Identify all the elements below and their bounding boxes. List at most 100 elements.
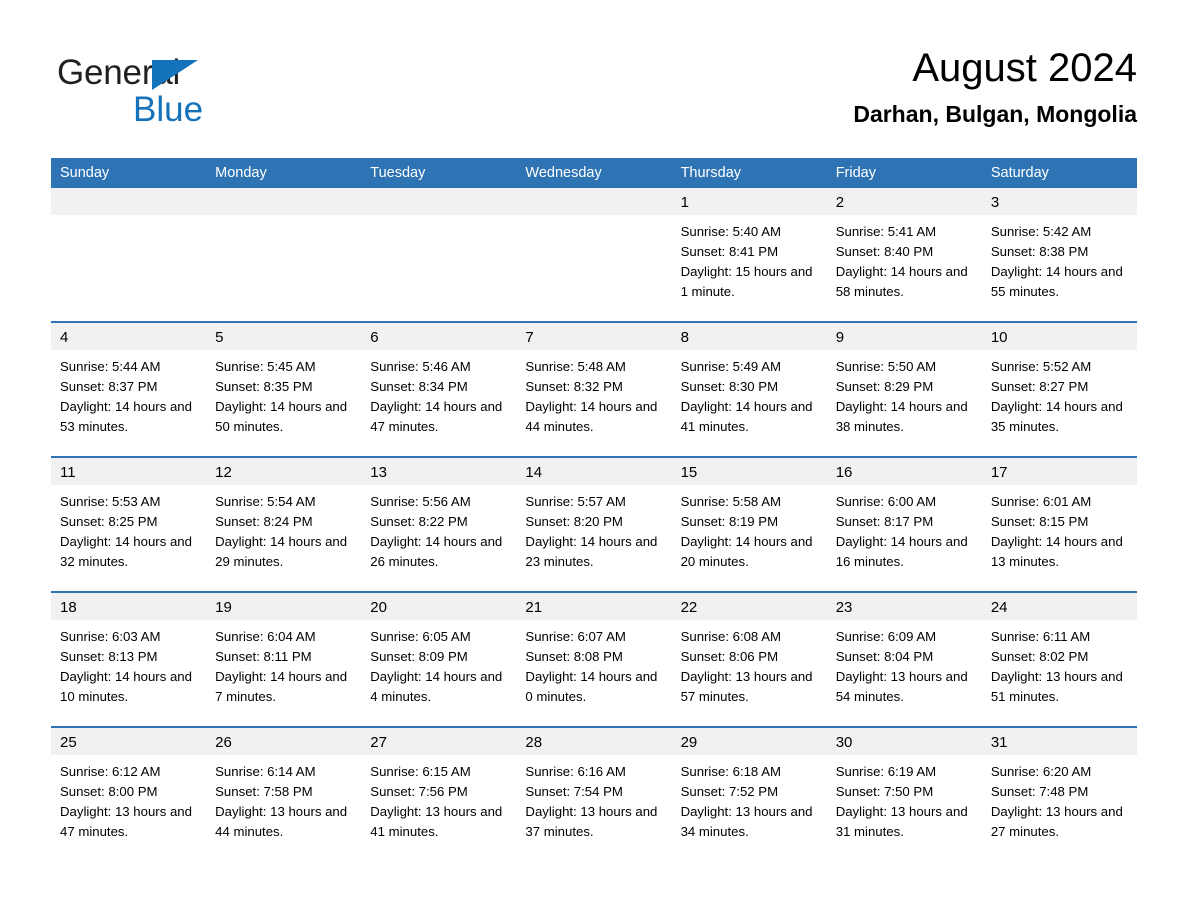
day-cell-body: Sunrise: 5:41 AM Sunset: 8:40 PM Daylight:… <box>827 215 982 302</box>
day-cell-body <box>516 215 671 222</box>
calendar-day-cell[interactable]: 23 Sunrise: 6:09 AM Sunset: 8:04 PM Dayligh… <box>826 591 982 727</box>
daylight-text: Daylight: 14 hours and 47 minutes. <box>370 399 503 434</box>
day-cell-body: Sunrise: 6:05 AM Sunset: 8:09 PM Daylight:… <box>361 620 516 707</box>
daylight-text: Daylight: 13 hours and 44 minutes. <box>215 804 348 839</box>
sunrise-text: Sunrise: 6:16 AM <box>525 764 626 779</box>
calendar-day-cell[interactable]: 7 Sunrise: 5:48 AM Sunset: 8:32 PM Daylight… <box>516 321 672 457</box>
day-number: 31 <box>981 728 1137 755</box>
daylight-text: Daylight: 14 hours and 29 minutes. <box>215 534 348 569</box>
calendar-day-cell[interactable]: 29 Sunrise: 6:18 AM Sunset: 7:52 PM Dayligh… <box>671 726 827 861</box>
sunset-text: Sunset: 8:25 PM <box>60 514 158 529</box>
calendar-day-cell[interactable]: 26 Sunrise: 6:14 AM Sunset: 7:58 PM Dayligh… <box>206 726 362 861</box>
daylight-text: Daylight: 13 hours and 47 minutes. <box>60 804 192 839</box>
calendar-day-cell[interactable]: 25 Sunrise: 6:12 AM Sunset: 8:00 PM Dayligh… <box>51 726 207 861</box>
day-number: 3 <box>981 188 1137 215</box>
sunrise-text: Sunrise: 6:01 AM <box>990 494 1092 509</box>
calendar-day-cell[interactable]: 14 Sunrise: 5:57 AM Sunset: 8:20 PM Dayligh… <box>516 456 672 592</box>
day-cell-body <box>51 215 206 222</box>
calendar-day-cell-empty <box>206 188 362 322</box>
sunrise-text: Sunrise: 5:45 AM <box>215 359 316 374</box>
calendar-page: General Blue August 2024 Darhan, Bulgan,… <box>0 0 1188 918</box>
day-number: 14 <box>516 458 672 485</box>
calendar-day-cell[interactable]: 9 Sunrise: 5:50 AM Sunset: 8:29 PM Daylight… <box>826 321 982 457</box>
calendar-day-cell[interactable]: 21 Sunrise: 6:07 AM Sunset: 8:08 PM Dayligh… <box>516 591 672 727</box>
day-number: 13 <box>361 458 517 485</box>
day-cell-body: Sunrise: 6:18 AM Sunset: 7:52 PM Daylight:… <box>672 755 827 842</box>
daylight-text: Daylight: 14 hours and 23 minutes. <box>525 534 658 569</box>
daylight-text: Daylight: 14 hours and 4 minutes. <box>370 669 503 704</box>
day-number: 18 <box>51 593 207 620</box>
calendar-day-cell[interactable]: 12 Sunrise: 5:54 AM Sunset: 8:24 PM Dayligh… <box>206 456 362 592</box>
sunrise-text: Sunrise: 6:11 AM <box>990 629 1091 644</box>
sunset-text: Sunset: 7:58 PM <box>215 784 313 799</box>
sunrise-text: Sunrise: 5:50 AM <box>835 359 937 374</box>
day-cell-body: Sunrise: 6:19 AM Sunset: 7:50 PM Daylight:… <box>827 755 982 842</box>
day-cell-inner: 9 Sunrise: 5:50 AM Sunset: 8:29 PM Daylight… <box>826 323 982 456</box>
day-number: 21 <box>516 593 672 620</box>
calendar-day-cell[interactable]: 19 Sunrise: 6:04 AM Sunset: 8:11 PM Dayligh… <box>206 591 362 727</box>
day-number: 12 <box>206 458 362 485</box>
sunrise-text: Sunrise: 5:49 AM <box>680 359 781 374</box>
sunrise-text: Sunrise: 6:04 AM <box>215 629 316 644</box>
day-cell-inner <box>361 188 517 321</box>
day-number <box>361 188 517 215</box>
daylight-text: Daylight: 13 hours and 51 minutes. <box>990 669 1123 704</box>
calendar-day-cell[interactable]: 18 Sunrise: 6:03 AM Sunset: 8:13 PM Dayligh… <box>51 591 207 727</box>
day-number <box>51 188 207 215</box>
sunset-text: Sunset: 8:30 PM <box>680 379 779 394</box>
sunrise-text: Sunrise: 6:09 AM <box>835 629 937 644</box>
calendar-day-cell[interactable]: 27 Sunrise: 6:15 AM Sunset: 7:56 PM Dayligh… <box>361 726 517 861</box>
sunset-text: Sunset: 7:56 PM <box>370 784 468 799</box>
day-cell-body: Sunrise: 5:48 AM Sunset: 8:32 PM Daylight:… <box>516 350 671 437</box>
calendar-day-cell-empty <box>516 188 672 322</box>
weekday-header-thursday: Thursday <box>671 158 827 188</box>
calendar-day-cell[interactable]: 30 Sunrise: 6:19 AM Sunset: 7:50 PM Dayligh… <box>826 726 982 861</box>
daylight-text: Daylight: 13 hours and 54 minutes. <box>835 669 968 704</box>
general-blue-logo[interactable]: General Blue <box>57 54 377 134</box>
calendar-day-cell[interactable]: 24 Sunrise: 6:11 AM Sunset: 8:02 PM Dayligh… <box>981 591 1137 727</box>
calendar-day-cell[interactable]: 20 Sunrise: 6:05 AM Sunset: 8:09 PM Dayligh… <box>361 591 517 727</box>
calendar-day-cell[interactable]: 31 Sunrise: 6:20 AM Sunset: 7:48 PM Dayligh… <box>981 726 1137 861</box>
calendar-day-cell[interactable]: 15 Sunrise: 5:58 AM Sunset: 8:19 PM Dayligh… <box>671 456 827 592</box>
calendar-day-cell[interactable]: 2 Sunrise: 5:41 AM Sunset: 8:40 PM Daylight… <box>826 188 982 322</box>
daylight-text: Daylight: 13 hours and 37 minutes. <box>525 804 658 839</box>
calendar-day-cell[interactable]: 8 Sunrise: 5:49 AM Sunset: 8:30 PM Daylight… <box>671 321 827 457</box>
day-cell-inner: 22 Sunrise: 6:08 AM Sunset: 8:06 PM Dayligh… <box>671 593 827 726</box>
day-cell-body: Sunrise: 6:12 AM Sunset: 8:00 PM Daylight:… <box>51 755 206 842</box>
daylight-text: Daylight: 14 hours and 44 minutes. <box>525 399 658 434</box>
weekday-header-friday: Friday <box>826 158 982 188</box>
day-number <box>206 188 362 215</box>
page-title: August 2024 <box>912 46 1137 90</box>
day-cell-inner: 14 Sunrise: 5:57 AM Sunset: 8:20 PM Dayligh… <box>516 458 672 591</box>
sunset-text: Sunset: 7:50 PM <box>835 784 934 799</box>
calendar-day-cell[interactable]: 11 Sunrise: 5:53 AM Sunset: 8:25 PM Dayligh… <box>51 456 207 592</box>
day-number: 6 <box>361 323 517 350</box>
calendar-day-cell[interactable]: 17 Sunrise: 6:01 AM Sunset: 8:15 PM Dayligh… <box>981 456 1137 592</box>
calendar-day-cell[interactable]: 13 Sunrise: 5:56 AM Sunset: 8:22 PM Dayligh… <box>361 456 517 592</box>
calendar-day-cell[interactable]: 1 Sunrise: 5:40 AM Sunset: 8:41 PM Daylight… <box>671 188 827 322</box>
daylight-text: Daylight: 14 hours and 35 minutes. <box>990 399 1123 434</box>
day-cell-body: Sunrise: 6:16 AM Sunset: 7:54 PM Daylight:… <box>516 755 671 842</box>
calendar-day-cell[interactable]: 3 Sunrise: 5:42 AM Sunset: 8:38 PM Daylight… <box>981 188 1137 322</box>
daylight-text: Daylight: 15 hours and 1 minute. <box>680 264 813 299</box>
calendar-day-cell[interactable]: 4 Sunrise: 5:44 AM Sunset: 8:37 PM Daylight… <box>51 321 207 457</box>
calendar-day-cell[interactable]: 10 Sunrise: 5:52 AM Sunset: 8:27 PM Dayligh… <box>981 321 1137 457</box>
day-number: 11 <box>51 458 207 485</box>
day-cell-inner: 3 Sunrise: 5:42 AM Sunset: 8:38 PM Daylight… <box>981 188 1137 321</box>
calendar-day-cell-empty <box>361 188 517 322</box>
day-number: 7 <box>516 323 672 350</box>
calendar-day-cell[interactable]: 5 Sunrise: 5:45 AM Sunset: 8:35 PM Daylight… <box>206 321 362 457</box>
calendar-day-cell[interactable]: 16 Sunrise: 6:00 AM Sunset: 8:17 PM Dayligh… <box>826 456 982 592</box>
day-cell-body: Sunrise: 5:46 AM Sunset: 8:34 PM Daylight:… <box>361 350 516 437</box>
day-cell-inner <box>51 188 207 321</box>
calendar-day-cell[interactable]: 6 Sunrise: 5:46 AM Sunset: 8:34 PM Daylight… <box>361 321 517 457</box>
sunset-text: Sunset: 8:27 PM <box>990 379 1089 394</box>
day-cell-inner <box>516 188 672 321</box>
sunrise-text: Sunrise: 6:05 AM <box>370 629 471 644</box>
day-cell-body: Sunrise: 6:20 AM Sunset: 7:48 PM Daylight:… <box>982 755 1137 842</box>
calendar-day-cell[interactable]: 22 Sunrise: 6:08 AM Sunset: 8:06 PM Dayligh… <box>671 591 827 727</box>
day-cell-body: Sunrise: 5:50 AM Sunset: 8:29 PM Daylight:… <box>827 350 982 437</box>
day-cell-inner: 19 Sunrise: 6:04 AM Sunset: 8:11 PM Dayligh… <box>206 593 362 726</box>
calendar-day-cell[interactable]: 28 Sunrise: 6:16 AM Sunset: 7:54 PM Dayligh… <box>516 726 672 861</box>
day-number: 10 <box>981 323 1137 350</box>
